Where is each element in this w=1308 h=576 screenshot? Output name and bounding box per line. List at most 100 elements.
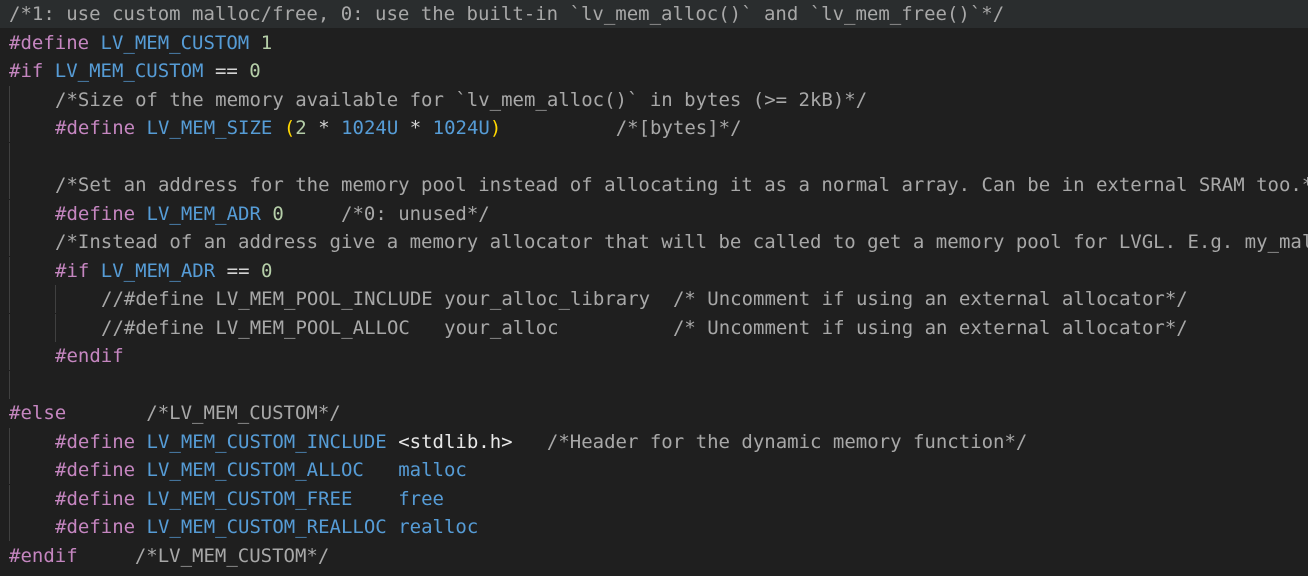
code-token: *: [409, 117, 422, 139]
code-token: 1: [260, 31, 273, 54]
code-line[interactable]: #if LV_MEM_CUSTOM == 0: [0, 57, 1308, 85]
code-token: LV_MEM_ADR: [146, 202, 261, 225]
code-line[interactable]: #else /*LV_MEM_CUSTOM*/: [0, 399, 1308, 427]
code-text: #define LV_MEM_SIZE (2 * 1024U * 1024U) …: [55, 114, 742, 142]
code-text: #define LV_MEM_CUSTOM_ALLOC malloc: [55, 456, 467, 484]
code-token: 0: [249, 60, 261, 82]
code-line[interactable]: //#define LV_MEM_POOL_INCLUDE your_alloc…: [0, 285, 1308, 313]
indent-guide: [9, 114, 10, 142]
code-text: //#define LV_MEM_POOL_INCLUDE your_alloc…: [101, 285, 1188, 313]
code-line[interactable]: //#define LV_MEM_POOL_ALLOC your_alloc /…: [0, 313, 1308, 342]
code-token: ): [489, 117, 502, 139]
code-text: /*Set an address for the memory pool ins…: [55, 171, 1308, 199]
indent-guide: [9, 513, 10, 541]
code-line[interactable]: #define LV_MEM_CUSTOM_REALLOC realloc: [0, 513, 1308, 541]
indent-guide: [55, 285, 56, 313]
code-token: 1024U: [341, 117, 399, 139]
code-token: #define: [9, 31, 90, 54]
code-token: <stdlib.h>: [398, 430, 513, 453]
code-line[interactable]: /*Size of the memory available for `lv_m…: [0, 85, 1308, 114]
code-text: #define LV_MEM_ADR 0 /*0: unused*/: [55, 200, 490, 228]
indent-guide: [9, 256, 10, 285]
indent-guide: [9, 484, 10, 513]
code-token: /*Set an address for the memory pool ins…: [55, 174, 1308, 196]
code-line[interactable]: #define LV_MEM_ADR 0 /*0: unused*/: [0, 199, 1308, 228]
code-token: LV_MEM_ADR: [100, 259, 216, 282]
code-token: /*LV_MEM_CUSTOM*/: [134, 544, 330, 567]
code-text: #endif: [55, 342, 124, 370]
code-token: #define: [55, 516, 136, 538]
code-line[interactable]: #define LV_MEM_CUSTOM_ALLOC malloc: [0, 456, 1308, 484]
code-text: #if LV_MEM_ADR == 0: [55, 257, 272, 285]
code-token: LV_MEM_CUSTOM: [100, 31, 250, 54]
indent-guide: [55, 313, 56, 342]
code-line[interactable]: /*Instead of an address give a memory al…: [0, 228, 1308, 256]
code-line[interactable]: #endif /*LV_MEM_CUSTOM*/: [0, 542, 1308, 570]
code-line[interactable]: #define LV_MEM_CUSTOM_FREE free: [0, 484, 1308, 513]
code-text: #define LV_MEM_CUSTOM 1: [9, 29, 272, 57]
code-token: malloc: [398, 459, 467, 481]
code-line[interactable]: #endif: [0, 342, 1308, 370]
code-token: 1024U: [432, 117, 490, 139]
code-token: /*0: unused*/: [341, 202, 490, 225]
indent-guide: [9, 456, 10, 484]
code-line[interactable]: [0, 142, 1308, 171]
code-token: LV_MEM_CUSTOM: [54, 60, 204, 82]
code-token: 0: [260, 259, 273, 282]
code-token: *: [318, 117, 330, 139]
code-line[interactable]: #define LV_MEM_SIZE (2 * 1024U * 1024U) …: [0, 114, 1308, 142]
code-token: #endif: [55, 345, 124, 367]
code-token: #if: [9, 60, 44, 82]
code-token: #define: [55, 487, 136, 510]
code-text: #define LV_MEM_CUSTOM_REALLOC realloc: [55, 513, 478, 541]
code-token: 0: [272, 202, 284, 225]
indent-guide: [9, 228, 10, 256]
code-token: //#define LV_MEM_POOL_INCLUDE your_alloc…: [101, 288, 1188, 310]
indent-guide: [9, 427, 10, 456]
code-line[interactable]: /*Set an address for the memory pool ins…: [0, 171, 1308, 199]
code-token: ==: [226, 259, 250, 282]
code-token: #endif: [9, 544, 78, 567]
code-token: /*[bytes]*/: [615, 117, 742, 139]
code-line[interactable]: #define LV_MEM_CUSTOM 1: [0, 29, 1308, 57]
code-token: LV_MEM_CUSTOM_INCLUDE: [146, 430, 387, 453]
code-token: LV_MEM_CUSTOM_ALLOC: [146, 459, 364, 481]
code-token: LV_MEM_CUSTOM_FREE: [146, 487, 353, 510]
code-token: ==: [214, 60, 238, 82]
code-line[interactable]: /*1: use custom malloc/free, 0: use the …: [0, 0, 1308, 28]
indent-guide: [9, 142, 10, 171]
code-token: LV_MEM_SIZE: [146, 117, 273, 139]
code-token: /*Header for the dynamic memory function…: [546, 430, 1028, 453]
code-line[interactable]: #define LV_MEM_CUSTOM_INCLUDE <stdlib.h>…: [0, 427, 1308, 456]
code-token: LV_MEM_CUSTOM_REALLOC: [146, 516, 387, 538]
code-token: #define: [55, 202, 136, 225]
code-line[interactable]: [0, 370, 1308, 399]
code-token: /*Size of the memory available for `lv_m…: [55, 88, 868, 111]
code-token: /*1: use custom malloc/free, 0: use the …: [9, 3, 1005, 25]
code-token: /*Instead of an address give a memory al…: [55, 231, 1308, 253]
code-editor[interactable]: /*1: use custom malloc/free, 0: use the …: [0, 0, 1308, 576]
code-line[interactable]: #if LV_MEM_ADR == 0: [0, 256, 1308, 285]
code-text: /*Size of the memory available for `lv_m…: [55, 86, 867, 114]
code-text: #define LV_MEM_CUSTOM_FREE free: [55, 485, 444, 513]
code-text: #else /*LV_MEM_CUSTOM*/: [9, 399, 341, 427]
indent-guide: [9, 171, 10, 199]
